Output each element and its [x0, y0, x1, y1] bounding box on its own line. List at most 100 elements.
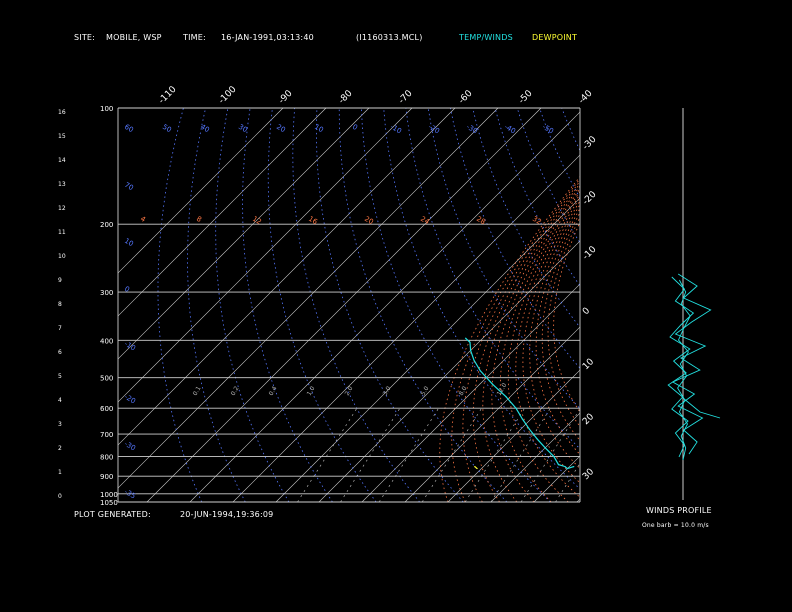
isotherm-line	[118, 108, 456, 446]
pressure-label: 900	[100, 473, 113, 481]
temperature-point	[505, 396, 507, 398]
height-tick-label: 16	[58, 109, 66, 116]
wind-trace	[671, 273, 712, 455]
temperature-line	[465, 337, 574, 470]
isotherm-label: -90	[277, 88, 295, 106]
mixing-ratio-line	[297, 408, 358, 502]
height-tick-label: 11	[58, 229, 66, 236]
dry-adiabat-label: 70	[123, 181, 135, 192]
isotherm-line	[404, 326, 580, 502]
temperature-point	[479, 370, 481, 372]
temperature-point	[465, 337, 467, 339]
isotherm-line	[447, 369, 580, 502]
isotherm-label: -50	[517, 88, 535, 106]
isotherm-label: -10	[581, 244, 599, 262]
pressure-label: 800	[100, 453, 113, 461]
isotherm-line	[275, 197, 580, 502]
isotherm-line	[189, 111, 580, 502]
temperature-point	[557, 464, 560, 466]
mixing-ratio-label: 0.4	[268, 385, 279, 397]
height-tick-label: 6	[58, 349, 62, 356]
isotherm-label: -20	[581, 189, 599, 207]
dry-adiabat-label: 0	[123, 285, 131, 294]
isotherm-label: -110	[157, 84, 179, 106]
mixing-ratio-label: 2.0	[344, 385, 355, 397]
isotherm-line	[118, 108, 413, 403]
dry-adiabat-line	[494, 108, 580, 287]
dry-adiabat-line	[427, 108, 580, 410]
height-tick-label: 5	[58, 373, 62, 380]
dry-adiabat-label: -10	[389, 123, 403, 136]
temperature-point	[515, 407, 517, 409]
dry-adiabat-line	[584, 108, 792, 502]
pressure-label: 700	[100, 431, 113, 439]
height-tick-label: 14	[58, 157, 66, 164]
pressure-label: 600	[100, 405, 113, 413]
temperature-point	[469, 349, 472, 352]
temperature-point	[573, 465, 575, 468]
temperature-point	[553, 455, 555, 458]
dry-adiabat-label: -20	[123, 393, 137, 406]
dry-adiabat-line	[718, 108, 792, 502]
height-tick-label: 7	[58, 325, 62, 332]
isotherm-line	[620, 108, 792, 502]
temperature-point	[528, 428, 530, 430]
moist-adiabat-line	[515, 196, 580, 498]
skew-t-chart: 1002003004005006007008009001000105001234…	[58, 84, 792, 507]
moist-adiabat-line	[541, 211, 580, 442]
temperature-point	[469, 341, 471, 343]
dry-adiabat-label: -35	[123, 488, 137, 501]
isotherm-line	[232, 154, 580, 502]
mixing-ratio-line	[378, 408, 439, 502]
dry-adiabat-line	[292, 108, 421, 502]
moist-adiabat-label: 16	[307, 215, 319, 227]
height-tick-label: 9	[58, 277, 62, 284]
plot-area	[118, 108, 792, 502]
dry-adiabat-label: 10	[313, 123, 325, 134]
dry-adiabat-line	[695, 108, 792, 502]
isotherm-label: -70	[397, 88, 415, 106]
temperature-point	[536, 438, 538, 440]
dry-adiabat-line	[472, 108, 580, 328]
dewpoint-point	[476, 467, 478, 470]
dry-adiabat-label: 60	[123, 123, 135, 134]
height-tick-label: 13	[58, 181, 66, 188]
dry-adiabat-line	[784, 108, 792, 502]
moist-adiabat-label: 8	[195, 215, 203, 224]
temperature-point	[473, 359, 475, 361]
moist-adiabat-label: 24	[419, 215, 431, 227]
dry-adiabat-line	[539, 108, 580, 199]
height-tick-label: 12	[58, 205, 66, 212]
isotherm-label: -30	[581, 134, 599, 152]
dry-adiabat-line	[673, 108, 792, 502]
pressure-label: 100	[100, 105, 113, 113]
mixing-ratio-label: 0.1	[192, 385, 203, 397]
dry-adiabat-line	[651, 108, 792, 502]
dry-adiabat-line	[629, 108, 792, 502]
height-tick-label: 15	[58, 133, 66, 140]
pressure-label: 1000	[100, 491, 118, 499]
winds-profile-traces	[667, 273, 721, 461]
dry-adiabat-label: 40	[199, 123, 211, 134]
temperature-point	[566, 467, 569, 470]
height-tick-label: 4	[58, 397, 62, 404]
mixing-ratio-line	[490, 408, 551, 502]
moist-adiabat-line	[491, 188, 580, 502]
moist-adiabat-line	[451, 178, 580, 502]
dry-adiabat-line	[242, 108, 333, 502]
dry-adiabat-line	[215, 108, 290, 502]
temperature-point	[544, 447, 546, 449]
dry-adiabat-line	[267, 108, 377, 502]
mixing-ratio-line	[464, 408, 525, 502]
isotherm-label: 30	[581, 467, 596, 482]
height-tick-label: 3	[58, 421, 62, 428]
pressure-label: 400	[100, 337, 113, 345]
moist-adiabat-line	[522, 200, 580, 484]
pressure-label: 1050	[100, 499, 118, 507]
pressure-label: 500	[100, 375, 113, 383]
dry-adiabat-label: 50	[161, 123, 173, 134]
isotherm-line	[318, 240, 580, 502]
dry-adiabat-line	[187, 108, 246, 502]
isotherm-line	[533, 455, 580, 502]
temperature-point	[492, 383, 494, 385]
